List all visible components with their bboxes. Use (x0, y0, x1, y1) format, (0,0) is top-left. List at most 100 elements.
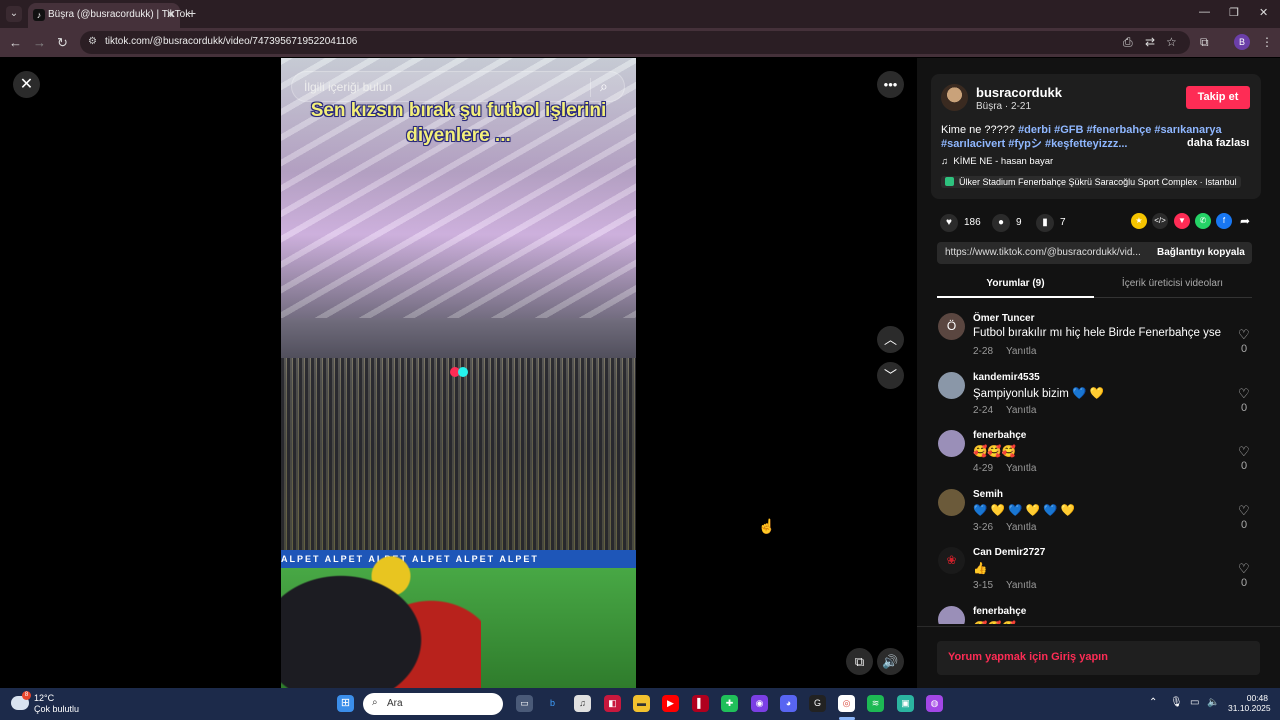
taskbar-search[interactable]: ⌕ Ara (363, 693, 503, 715)
forward-icon[interactable]: → (33, 35, 46, 50)
tab-creator-videos[interactable]: İçerik üreticisi videoları (1094, 278, 1251, 289)
comment-avatar[interactable] (938, 371, 965, 399)
comment-heart-icon[interactable]: ♡ (1238, 444, 1250, 460)
heart-icon[interactable]: ♥ (940, 214, 958, 232)
comment-avatar[interactable] (938, 605, 965, 624)
discord-icon[interactable]: ◕ (780, 695, 797, 712)
location-text[interactable]: Ülker Stadium Fenerbahçe Şükrü Saracoğlu… (959, 177, 1237, 187)
rose-avatar-icon[interactable]: ❀ (938, 547, 965, 575)
chevron-down-icon[interactable]: ﹀ (877, 362, 904, 389)
back-icon[interactable]: ← (9, 35, 22, 50)
comment-avatar[interactable] (938, 430, 965, 458)
author-avatar[interactable] (941, 84, 968, 111)
site-info-icon[interactable]: ⚙ (88, 36, 97, 47)
floating-player-icon[interactable]: ⧉ (846, 648, 873, 675)
save-stat[interactable]: ▮ 7 (1036, 214, 1066, 232)
reload-icon[interactable]: ↻ (57, 35, 68, 51)
facebook-icon[interactable]: f (1216, 213, 1232, 229)
login-prompt[interactable]: Yorum yapmak için Giriş yapın (948, 651, 1108, 663)
music-title[interactable]: KİME NE - hasan bayar (953, 156, 1053, 167)
messenger-icon[interactable]: ◉ (751, 695, 768, 712)
speaker-icon[interactable]: 🔈 (1207, 697, 1219, 708)
extensions-icon[interactable]: ⧉ (1200, 35, 1209, 50)
weather-temperature[interactable]: 12°C (34, 693, 54, 703)
comment-username[interactable]: Semih (973, 489, 1003, 500)
comment-heart-icon[interactable]: ♡ (1238, 503, 1250, 519)
location-chip[interactable]: Ülker Stadium Fenerbahçe Şükrü Saracoğlu… (941, 176, 1241, 190)
search-input[interactable]: İlgili içeriği bulun (304, 80, 392, 94)
comment-username[interactable]: fenerbahçe (973, 430, 1026, 441)
chat-app-icon[interactable]: ◍ (926, 695, 943, 712)
omnibox[interactable]: ⚙ tiktok.com/@busracordukk/video/7473956… (80, 31, 1190, 54)
youtube-icon[interactable]: ▶ (662, 695, 679, 712)
spotify-icon[interactable]: ≋ (867, 695, 884, 712)
tab-search-dropdown-icon[interactable]: ⌄ (6, 6, 22, 22)
comment-icon[interactable]: ● (992, 214, 1010, 232)
bing-icon[interactable]: b (544, 695, 561, 712)
search-icon[interactable]: ⌕ (600, 78, 608, 95)
browser-tab[interactable]: ♪ Büşra (@busracordukk) | TikTok ✕ (28, 3, 190, 28)
red-app-icon[interactable]: ▌ (692, 695, 709, 712)
start-windows-icon[interactable]: ⊞ (337, 695, 354, 712)
comment-heart-icon[interactable]: ♡ (1238, 561, 1250, 577)
weather-description[interactable]: Çok bulutlu (34, 704, 79, 714)
comment-avatar[interactable]: Ö (938, 313, 965, 340)
taskbar-search-input[interactable]: Ara (387, 698, 403, 709)
new-tab-button[interactable]: + (188, 5, 196, 21)
bookmark-icon[interactable]: ▮ (1036, 214, 1054, 232)
music-app-icon[interactable]: ♫ (574, 695, 591, 712)
url-text[interactable]: tiktok.com/@busracordukk/video/747395671… (105, 36, 357, 47)
like-stat[interactable]: ♥ 186 (940, 214, 981, 232)
window-close-icon[interactable]: ✕ (1259, 6, 1268, 19)
whatsapp-icon[interactable]: ✆ (1195, 213, 1211, 229)
tab-close-icon[interactable]: ✕ (166, 8, 175, 21)
copy-link-button[interactable]: Bağlantıyı kopyala (1157, 247, 1245, 258)
embed-icon[interactable]: </> (1152, 213, 1168, 229)
chevron-up-icon[interactable]: ︿ (877, 326, 904, 353)
more-options-icon[interactable]: ••• (877, 71, 904, 98)
login-to-comment-button[interactable]: Yorum yapmak için Giriş yapın (937, 641, 1260, 675)
comment-heart-icon[interactable]: ♡ (1238, 327, 1250, 343)
media-app-icon[interactable]: ◧ (604, 695, 621, 712)
tab-comments[interactable]: Yorumlar (9) (937, 278, 1094, 289)
reply-button[interactable]: Yanıtla (1006, 580, 1036, 591)
music-info[interactable]: ♫ KİME NE - hasan bayar (941, 156, 1053, 167)
tray-expand-icon[interactable]: ⌃ (1149, 697, 1157, 708)
send-icon[interactable]: ▼ (1174, 213, 1190, 229)
video-player[interactable]: ALPET ALPET ALPET ALPET ALPET ALPET İlgi… (281, 58, 636, 688)
follow-button[interactable]: Takip et (1186, 86, 1250, 109)
dark-app-icon[interactable]: G (809, 695, 826, 712)
repost-icon[interactable]: ★ (1131, 213, 1147, 229)
comment-username[interactable]: Ömer Tuncer (973, 313, 1035, 324)
file-explorer-icon[interactable]: ▬ (633, 695, 650, 712)
system-clock[interactable]: 00:48 31.10.2025 (1228, 693, 1271, 713)
task-view-icon[interactable]: ▭ (516, 695, 533, 712)
comment-username[interactable]: fenerbahçe (973, 606, 1026, 617)
profile-avatar[interactable]: B (1234, 34, 1250, 50)
reply-button[interactable]: Yanıtla (1006, 405, 1036, 416)
restore-icon[interactable]: ❐ (1229, 6, 1239, 19)
comment-username[interactable]: Can Demir2727 (973, 547, 1045, 558)
author-username[interactable]: busracordukk (976, 85, 1062, 100)
volume-icon[interactable]: 🔊 (877, 648, 904, 675)
comment-avatar[interactable] (938, 488, 965, 516)
network-icon[interactable]: ▭ (1190, 697, 1199, 708)
game-app-icon[interactable]: ✚ (721, 695, 738, 712)
chrome-icon[interactable]: ◎ (838, 695, 855, 712)
more-link[interactable]: daha fazlası (1187, 137, 1249, 149)
store-app-icon[interactable]: ▣ (897, 695, 914, 712)
close-video-button[interactable]: ✕ (13, 71, 40, 98)
comment-username[interactable]: kandemir4535 (973, 372, 1040, 383)
comment-stat[interactable]: ● 9 (992, 214, 1022, 232)
share-arrow-icon[interactable]: ➦ (1237, 213, 1253, 229)
microphone-icon[interactable]: 🎙 (1170, 697, 1183, 708)
reply-button[interactable]: Yanıtla (1006, 346, 1036, 357)
reply-button[interactable]: Yanıtla (1006, 463, 1036, 474)
comment-heart-icon[interactable]: ♡ (1238, 386, 1250, 402)
install-app-icon[interactable]: ⎙ (1123, 35, 1133, 50)
translate-icon[interactable]: ⇄ (1145, 35, 1155, 49)
menu-kebab-icon[interactable]: ⋮ (1261, 35, 1273, 49)
video-link-url[interactable]: https://www.tiktok.com/@busracordukk/vid… (945, 247, 1145, 258)
minimize-icon[interactable]: — (1199, 6, 1210, 18)
reply-button[interactable]: Yanıtla (1006, 522, 1036, 533)
